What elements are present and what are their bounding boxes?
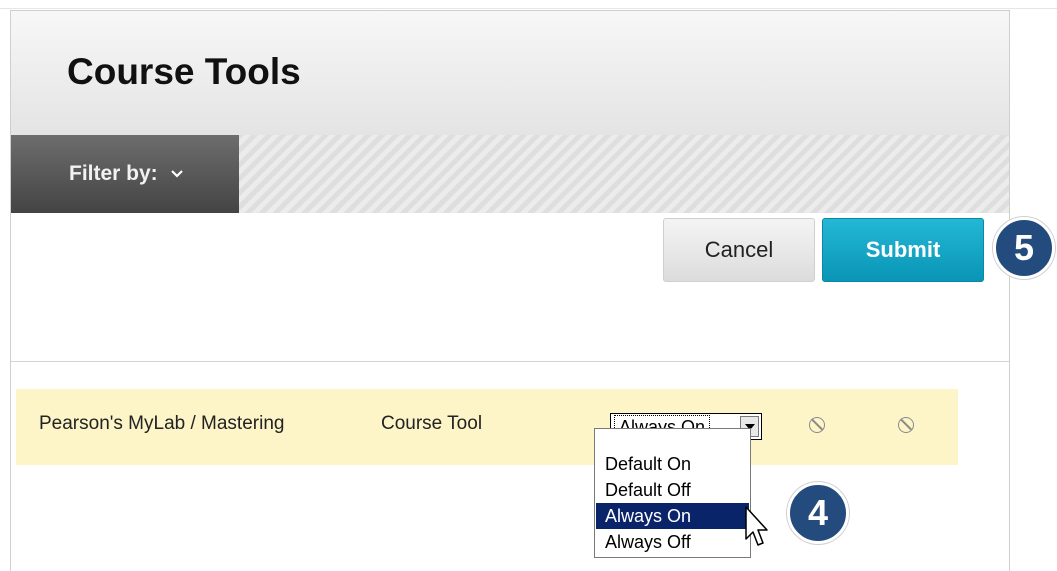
option-always-off[interactable]: Always Off xyxy=(596,529,749,555)
option-default-on[interactable]: Default On xyxy=(596,451,749,477)
step-badge: 5 xyxy=(993,217,1055,279)
cancel-button[interactable]: Cancel xyxy=(663,218,815,282)
step-badge: 4 xyxy=(787,482,849,544)
course-tools-panel: Course Tools Filter by: Pearson's MyLab … xyxy=(10,10,1010,571)
page-header: Course Tools xyxy=(11,11,1009,136)
option-always-on[interactable]: Always On xyxy=(596,503,749,529)
filter-by-label: Filter by: xyxy=(69,162,158,185)
page-title: Course Tools xyxy=(67,51,301,92)
option-default-off[interactable]: Default Off xyxy=(596,477,749,503)
chevron-down-icon xyxy=(170,170,183,178)
tool-name: Pearson's MyLab / Mastering xyxy=(39,413,285,434)
section-divider xyxy=(11,361,1009,362)
availability-dropdown-list: Default On Default Off Always On Always … xyxy=(594,428,751,558)
tool-type: Course Tool xyxy=(381,413,483,434)
mouse-pointer-icon xyxy=(745,506,768,546)
not-available-icon xyxy=(809,417,825,433)
filter-by-button[interactable]: Filter by: xyxy=(11,135,239,213)
frame-edge xyxy=(0,8,1057,9)
filter-bar: Filter by: xyxy=(11,135,1009,213)
tool-row: Pearson's MyLab / Mastering Course Tool … xyxy=(16,389,958,465)
not-available-icon xyxy=(898,417,914,433)
submit-button[interactable]: Submit xyxy=(822,218,984,282)
